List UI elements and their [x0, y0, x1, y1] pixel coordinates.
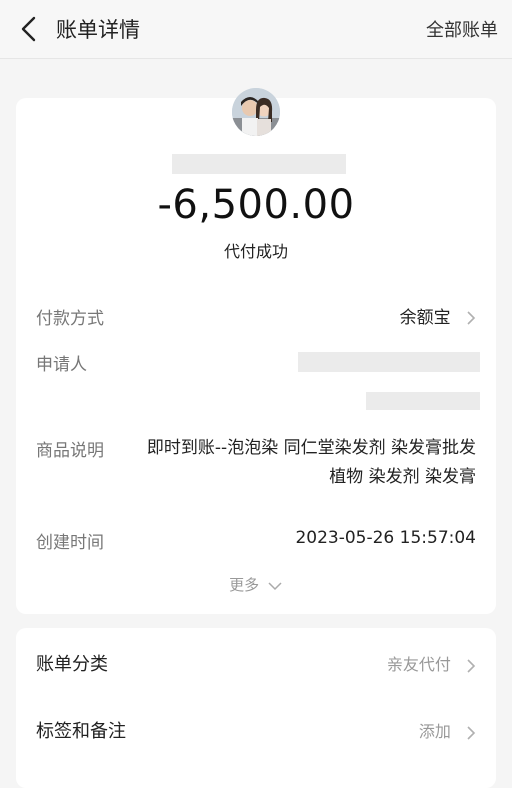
chevron-right-icon [467, 311, 476, 325]
all-bills-link[interactable]: 全部账单 [426, 16, 498, 42]
avatar[interactable] [232, 88, 280, 136]
description-value: 即时到账--泡泡染 同仁堂染发剂 染发膏批发植物 染发剂 染发膏 [146, 438, 476, 487]
redacted-name [172, 154, 346, 174]
chevron-down-icon [268, 581, 282, 590]
chevron-right-icon [467, 725, 476, 740]
more-toggle[interactable]: 更多 [16, 574, 496, 595]
applicant-label: 申请人 [36, 355, 87, 375]
bill-detail-card: -6,500.00 代付成功 付款方式 余额宝 申请人 商品说明 即时到账--泡… [16, 88, 496, 614]
payment-status: 代付成功 [223, 242, 288, 261]
category-row[interactable]: 亲友代付 [387, 651, 476, 675]
tags-notes-label: 标签和备注 [36, 721, 126, 742]
more-label: 更多 [229, 576, 260, 594]
payment-method-row[interactable]: 余额宝 [400, 303, 476, 328]
payment-method-value: 余额宝 [399, 308, 451, 328]
top-nav-bar: 账单详情 全部账单 [0, 0, 512, 59]
category-label: 账单分类 [36, 654, 108, 675]
redacted-applicant-account [366, 392, 480, 410]
page-title: 账单详情 [56, 18, 140, 42]
back-button[interactable] [14, 12, 44, 46]
chevron-left-icon [21, 16, 36, 42]
created-time-label: 创建时间 [36, 533, 104, 553]
bill-extras-card: 账单分类 亲友代付 标签和备注 添加 [16, 628, 496, 788]
avatar-photo [232, 88, 280, 136]
tags-notes-row[interactable]: 添加 [419, 718, 476, 742]
category-value: 亲友代付 [386, 655, 451, 674]
payment-method-label: 付款方式 [36, 309, 104, 329]
bill-amount: -6,500.00 [157, 182, 355, 228]
redacted-applicant-name [298, 352, 480, 372]
chevron-right-icon [467, 658, 476, 673]
description-label: 商品说明 [36, 441, 104, 461]
tags-notes-value: 添加 [418, 722, 451, 741]
created-time-value: 2023-05-26 15:57:04 [295, 528, 476, 548]
